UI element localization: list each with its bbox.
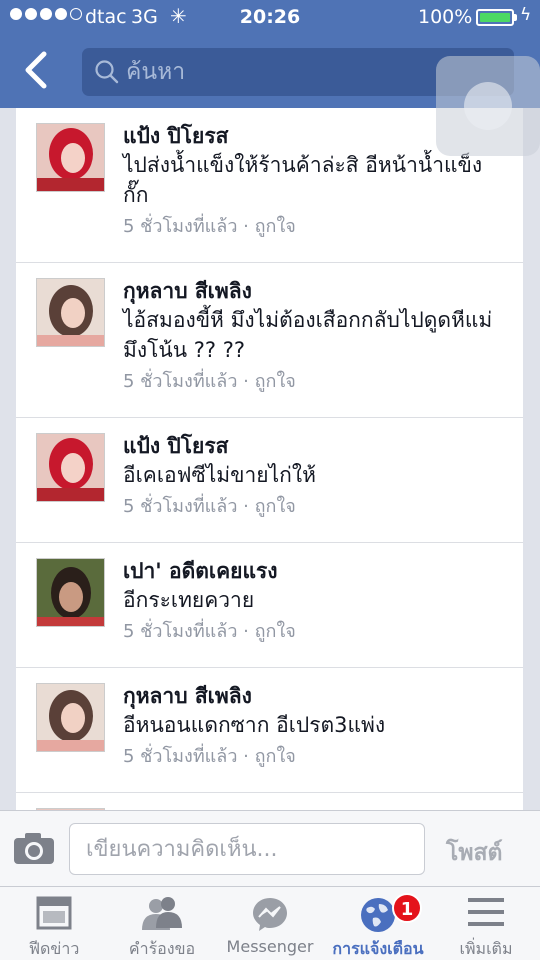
timestamp: 5 ชั่วโมงที่แล้ว — [123, 496, 238, 517]
tab-label: คำร้องขอ — [128, 939, 196, 958]
tab-label: เพิ่มเติม — [459, 939, 513, 958]
battery-percent: 100% — [418, 6, 473, 28]
tab-friend-requests[interactable]: คำร้องขอ — [108, 887, 216, 960]
notification-badge: 1 — [392, 893, 422, 923]
timestamp: 5 ชั่วโมงที่แล้ว — [123, 746, 238, 767]
like-link[interactable]: ถูกใจ — [255, 371, 296, 392]
chevron-left-icon — [25, 51, 47, 89]
avatar — [36, 123, 105, 192]
messenger-icon — [253, 898, 287, 931]
tab-label: การแจ้งเตือน — [332, 939, 424, 958]
notification-text: อีเคเอฟซีไม่ขายไก่ให้ — [123, 463, 316, 487]
notification-text: ไปส่งน้ำแข็งให้ร้านค้าล่ะสิ อีหน้าน้ำแข็… — [123, 153, 483, 207]
tab-messenger[interactable]: Messenger — [216, 887, 324, 960]
timestamp: 5 ชั่วโมงที่แล้ว — [123, 216, 238, 237]
friend-requests-icon — [142, 897, 182, 930]
comment-input[interactable] — [69, 823, 425, 875]
like-link[interactable]: ถูกใจ — [255, 621, 296, 642]
notification-item[interactable]: เปา' อดีตเคยแรง อีกระเทยควาย 5 ชั่วโมงที… — [16, 543, 523, 668]
notification-text: อีกระเทยควาย — [123, 588, 255, 612]
notification-text: ไอ้สมองขี้หี มึงไม่ต้องเสือกกลับไปดูดหีแ… — [123, 308, 493, 362]
tab-label: ฟีดข่าว — [28, 939, 80, 958]
notification-item[interactable]: แป้ง ปิโยรส อีเคเอฟซีไม่ขายไก่ให้ 5 ชั่ว… — [16, 418, 523, 543]
search-icon — [95, 60, 119, 84]
avatar — [36, 278, 105, 347]
globe-icon — [361, 898, 395, 932]
comment-composer: โพสต์ — [0, 810, 540, 886]
notification-author[interactable]: เปา' อดีตเคยแรง — [123, 557, 507, 585]
like-link[interactable]: ถูกใจ — [255, 496, 296, 517]
post-button[interactable]: โพสต์ — [446, 835, 503, 871]
like-link[interactable]: ถูกใจ — [255, 746, 296, 767]
notification-list: แป้ง ปิโยรส ไปส่งน้ำแข็งให้ร้านค้าล่ะสิ … — [16, 108, 523, 810]
tab-bar: ฟีดข่าว คำร้องขอ Messenger 1 การแจ้งเตือ… — [0, 886, 540, 960]
notification-text: อีหนอนแดกซาก อีเปรต3แพ่ง — [123, 713, 386, 737]
like-link[interactable]: ถูกใจ — [255, 216, 296, 237]
assistive-touch-button[interactable] — [436, 56, 540, 156]
notification-author[interactable]: แป้ง ปิโยรส — [123, 432, 507, 460]
tab-label: Messenger — [226, 937, 314, 956]
notification-item[interactable]: กุหลาบ สีเพลิง อีหนอนแดกซาก อีเปรต3แพ่ง … — [16, 668, 523, 793]
back-button[interactable] — [20, 50, 60, 94]
avatar — [36, 683, 105, 752]
battery-icon — [476, 9, 514, 26]
avatar — [36, 433, 105, 502]
timestamp: 5 ชั่วโมงที่แล้ว — [123, 621, 238, 642]
notification-item[interactable]: กุหลาบ สีเพลิง ไอ้สมองขี้หี มึงไม่ต้องเส… — [16, 263, 523, 418]
news-feed-icon — [36, 896, 72, 930]
timestamp: 5 ชั่วโมงที่แล้ว — [123, 371, 238, 392]
camera-icon[interactable] — [12, 830, 56, 866]
status-bar: dtac 3G ✳ 20:26 100% ϟ — [0, 0, 540, 36]
menu-icon — [468, 898, 504, 926]
tab-notifications[interactable]: 1 การแจ้งเตือน — [324, 887, 432, 960]
charging-icon: ϟ — [520, 5, 532, 25]
avatar — [36, 558, 105, 627]
tab-more[interactable]: เพิ่มเติม — [432, 887, 540, 960]
notification-author[interactable]: กุหลาบ สีเพลิง — [123, 682, 507, 710]
notification-item[interactable] — [16, 793, 523, 810]
tab-news-feed[interactable]: ฟีดข่าว — [0, 887, 108, 960]
notification-author[interactable]: กุหลาบ สีเพลิง — [123, 277, 507, 305]
